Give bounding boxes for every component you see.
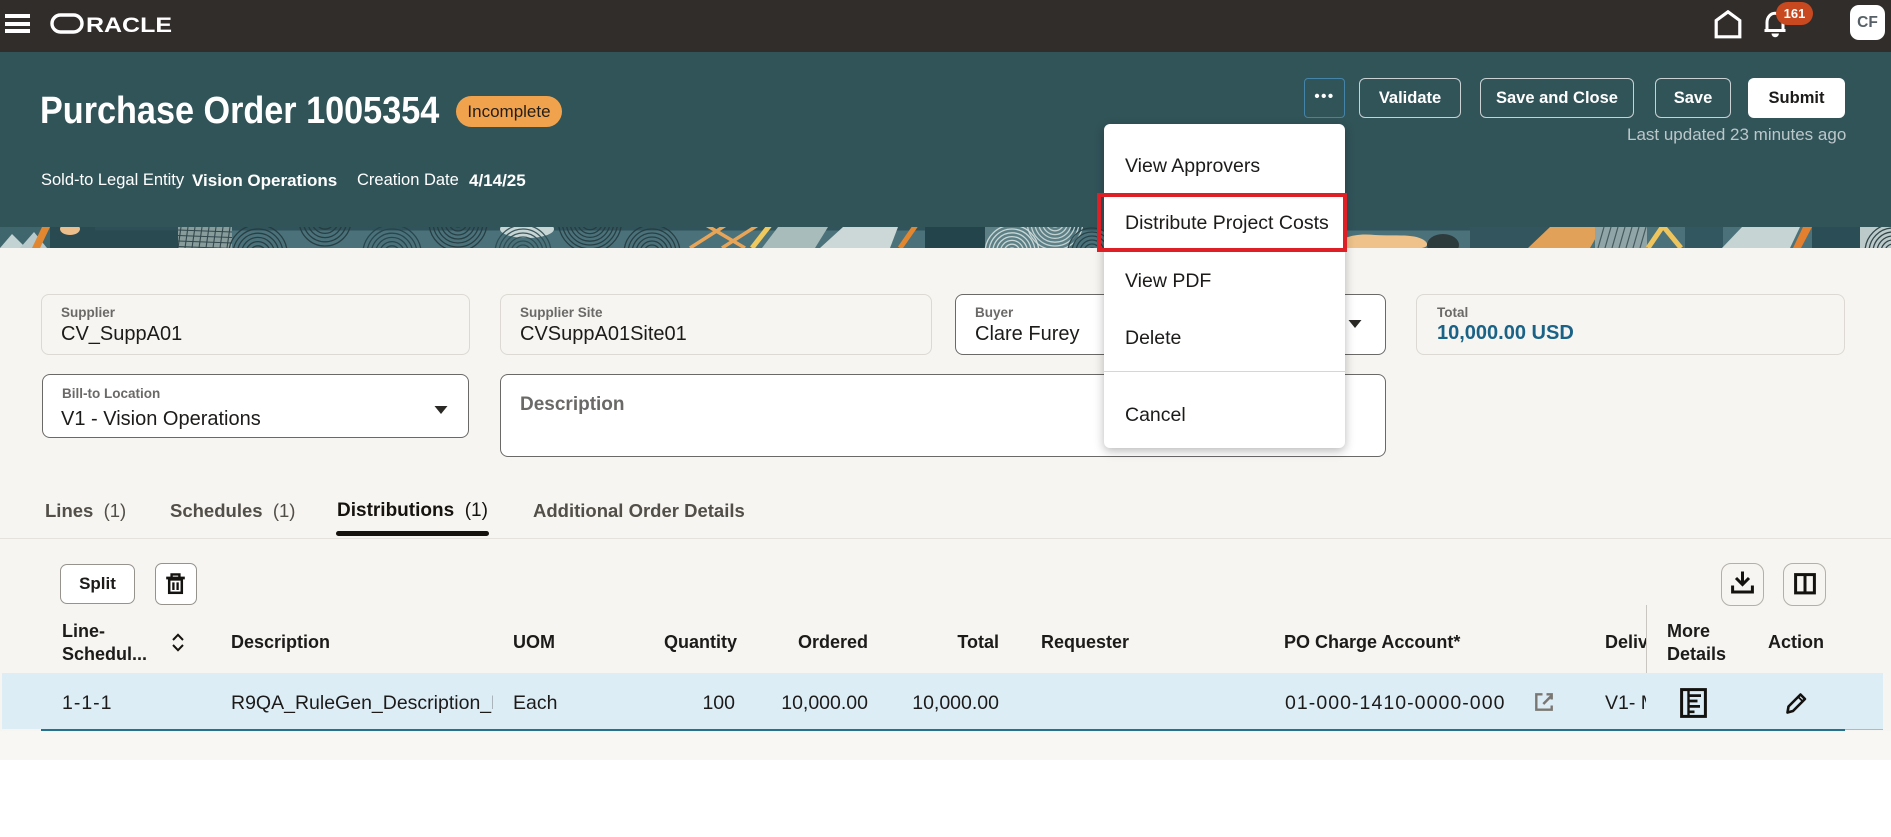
svg-text:RACLE: RACLE (86, 13, 172, 37)
